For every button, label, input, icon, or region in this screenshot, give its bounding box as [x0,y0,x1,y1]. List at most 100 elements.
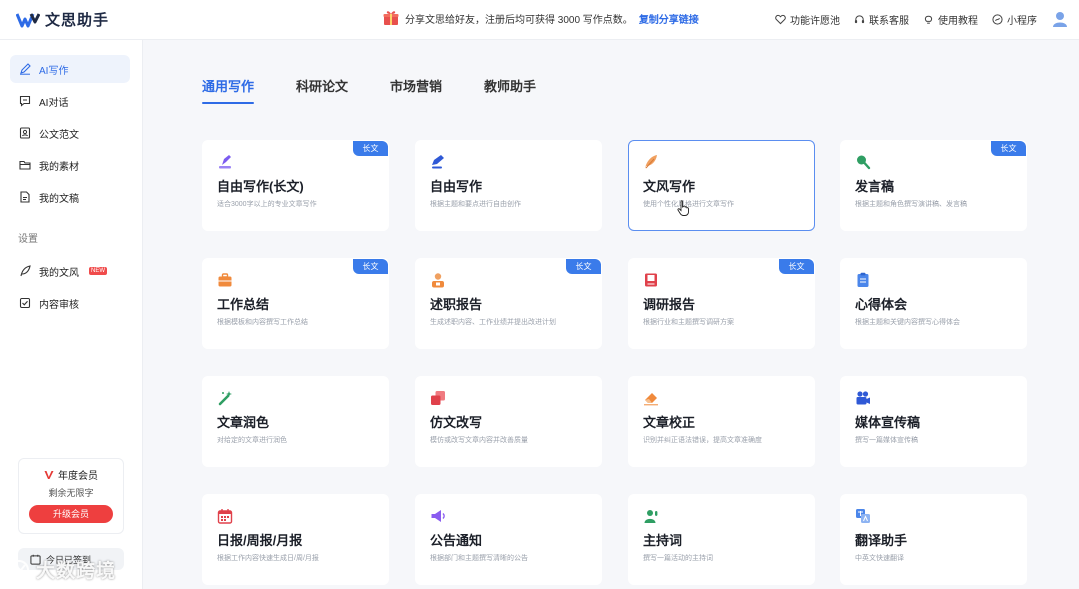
heart-icon [775,14,786,24]
logo-icon [16,12,40,27]
eraser-orange-icon [644,393,658,406]
customer-service-label: 联系客服 [869,15,909,27]
sidebar-item-label: 公文范文 [39,129,79,141]
top-header: 文思助手 分享文思给好友，注册后均可获得 3000 写作点数。 复制分享链接 功… [0,0,1079,40]
feather-icon [20,265,31,277]
person-orange-icon [432,273,444,288]
mini-program-link[interactable]: 小程序 [992,12,1037,27]
sidebar-item-label: 我的文稿 [39,193,79,205]
tab-marketing[interactable]: 市场营销 [390,76,442,104]
vip-v-icon [44,470,54,479]
card-proofread[interactable]: 文章校正 识别并纠正语法错误，提高文章准确度 [628,376,815,467]
sidebar-item-my-style[interactable]: 我的文风 NEW [10,257,130,285]
user-avatar[interactable] [1051,10,1069,28]
chat-icon [19,95,31,107]
card-free-writing[interactable]: 自由写作 根据主题和要点进行自由创作 [415,140,602,231]
card-free-writing-long[interactable]: 长文 自由写作(长文) 适合3000字以上的专业文章写作 [202,140,389,231]
card-translation[interactable]: 翻译助手 中英文快速翻译 [840,494,1027,585]
card-announcement[interactable]: 公告通知 根据部门和主题撰写清晰的公告 [415,494,602,585]
hand-cursor-icon [677,200,689,216]
sidebar-item-label: 我的文风 [39,267,79,279]
sidebar-item-my-drafts[interactable]: 我的文稿 [10,183,130,211]
card-description: 根据模板和内容撰写工作总结 [217,319,308,326]
logo-text: 文思助手 [45,12,110,29]
card-title: 心得体会 [855,297,908,312]
host-green-icon [644,510,658,523]
category-tabs: 通用写作 科研论文 市场营销 教师助手 [202,76,536,104]
tab-research-papers[interactable]: 科研论文 [296,76,348,104]
card-title: 日报/周报/月报 [217,533,303,548]
card-description: 撰写一篇媒体宣传稿 [855,437,918,444]
card-title: 工作总结 [217,297,270,312]
card-speech-draft[interactable]: 长文 发言稿 根据主题和角色撰写演讲稿、发言稿 [840,140,1027,231]
card-description: 根据工作内容快速生成日/周/月报 [217,555,319,562]
sidebar-item-ai-chat[interactable]: AI对话 [10,87,130,115]
card-title: 调研报告 [643,297,696,312]
vip-title: 年度会员 [19,467,123,482]
card-title: 仿文改写 [430,415,483,430]
microphone-green-icon [857,155,871,170]
file-icon [20,191,30,203]
card-reflection[interactable]: 心得体会 根据主题和关键内容撰写心得体会 [840,258,1027,349]
card-title: 公告通知 [430,533,483,548]
miniprogram-icon [992,13,1003,25]
copy-red-icon [431,391,445,405]
card-description: 模仿或改写文章内容并改善质量 [430,437,528,444]
settings-section-title: 设置 [18,234,38,245]
card-title: 主持词 [643,533,683,548]
sidebar: AI写作 AI对话 公文范文 我的素材 我的文稿 设置 我的文风 NEW 内容审… [0,40,143,589]
card-title: 媒体宣传稿 [855,415,921,430]
card-polish-article[interactable]: 文章润色 对给定的文章进行润色 [202,376,389,467]
card-periodic-report[interactable]: 日报/周报/月报 根据工作内容快速生成日/周/月报 [202,494,389,585]
header-nav: 功能许愿池 联系客服 使用教程 小程序 [775,10,1069,28]
camera-blue-icon [856,391,870,405]
document-badge-icon [19,127,31,139]
pen-blue-icon [432,155,444,169]
card-host-script[interactable]: 主持词 撰写一篇活动的主持词 [628,494,815,585]
card-work-summary[interactable]: 长文 工作总结 根据模板和内容撰写工作总结 [202,258,389,349]
vip-card: 年度会员 剩余无限字 升级会员 [18,458,124,534]
calendar-red-icon [217,509,233,524]
magic-wand-icon [218,391,232,406]
card-description: 根据主题和要点进行自由创作 [430,201,521,208]
sidebar-item-content-review[interactable]: 内容审核 [10,289,130,317]
long-text-tag: 长文 [991,141,1026,156]
long-text-tag: 长文 [566,259,601,274]
translate-blue-icon [856,509,870,523]
customer-service-link[interactable]: 联系客服 [854,12,909,27]
feather-orange-icon [645,155,657,169]
sidebar-item-official-docs[interactable]: 公文范文 [10,119,130,147]
vip-remaining: 剩余无限字 [48,488,94,498]
mini-program-label: 小程序 [1007,15,1037,27]
card-style-writing[interactable]: 文风写作 使用个性化风格进行文章写作 [628,140,815,231]
book-red-icon [645,273,657,287]
wish-pool-link[interactable]: 功能许愿池 [775,12,840,27]
card-title: 文章校正 [643,415,696,430]
card-imitation-rewrite[interactable]: 仿文改写 模仿或改写文章内容并改善质量 [415,376,602,467]
folder-icon [19,160,31,170]
headset-icon [854,14,865,23]
tab-general-writing[interactable]: 通用写作 [202,76,255,104]
briefcase-orange-icon [218,273,232,287]
sidebar-item-ai-writing[interactable]: AI写作 [10,55,130,83]
card-description: 根据主题和角色撰写演讲稿、发言稿 [855,201,967,208]
new-badge: NEW [89,267,107,275]
card-description: 适合3000字以上的专业文章写作 [217,201,317,208]
card-description: 生成述职内容、工作业绩并提出改进计划 [430,319,556,326]
card-title: 文章润色 [217,415,270,430]
card-title: 自由写作 [430,179,483,194]
tab-teacher-assistant[interactable]: 教师助手 [484,76,536,104]
tutorial-label: 使用教程 [938,15,978,27]
card-media-press[interactable]: 媒体宣传稿 撰写一篇媒体宣传稿 [840,376,1027,467]
sidebar-item-my-materials[interactable]: 我的素材 [10,151,130,179]
logo[interactable]: 文思助手 [16,9,109,30]
upgrade-vip-button[interactable]: 升级会员 [29,505,113,523]
copy-share-link[interactable]: 复制分享链接 [639,11,699,26]
promo-text: 分享文思给好友，注册后均可获得 3000 写作点数。 [405,14,633,26]
pen-icon [20,63,31,75]
card-work-report[interactable]: 长文 述职报告 生成述职内容、工作业绩并提出改进计划 [415,258,602,349]
tutorial-link[interactable]: 使用教程 [923,12,978,27]
card-research-report[interactable]: 长文 调研报告 根据行业和主题撰写调研方案 [628,258,815,349]
gift-icon [383,11,399,25]
card-title: 发言稿 [855,179,895,194]
